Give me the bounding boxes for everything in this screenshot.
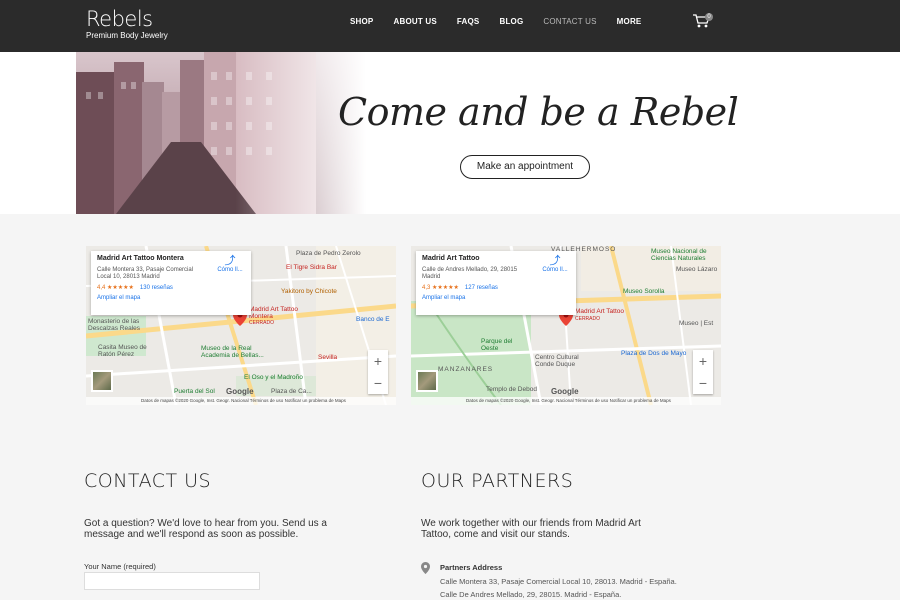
- map-footer: Datos de mapas ©2020 Google, Inst. Geogr…: [411, 397, 721, 405]
- directions-label: Cómo ll...: [217, 267, 243, 273]
- zoom-out-button[interactable]: −: [693, 372, 713, 394]
- zoom-out-button[interactable]: −: [368, 372, 388, 394]
- place-label: El Tigre Sidra Bar: [286, 264, 337, 271]
- directions-label: Cómo ll...: [542, 267, 568, 273]
- place-label: Plaza de Ca...: [271, 388, 312, 395]
- place-label: Yakitoro by Chicote: [281, 288, 337, 295]
- location-pin-icon: [421, 562, 430, 574]
- partners-address-heading: Partners Address: [440, 563, 503, 572]
- map-andres-mellado[interactable]: VALLEHERMOSO Museo Nacional de Ciencias …: [411, 246, 721, 405]
- place-label: Museo Nacional de Ciencias Naturales: [651, 248, 707, 262]
- pin-label: Madrid Art Tattoo Montera: [249, 306, 299, 320]
- make-appointment-button[interactable]: Make an appointment: [460, 155, 590, 179]
- place-label: Puerta del Sol: [174, 388, 215, 395]
- directions-icon: ⤴: [224, 255, 236, 267]
- rating-stars: 4,4 ★★★★★: [97, 285, 134, 291]
- place-label: MANZANARES: [438, 366, 494, 373]
- place-label: Sevilla: [318, 354, 338, 361]
- cart-count-badge: 0: [705, 13, 713, 21]
- place-label: El Oso y el Madroño: [244, 374, 303, 381]
- map-place-address: Calle de Andres Mellado, 29, 28015 Madri…: [422, 267, 518, 280]
- map-info-card: Madrid Art Tattoo Calle de Andres Mellad…: [416, 251, 576, 315]
- place-label: Plaza de Dos de Mayo: [621, 350, 687, 357]
- site-header: Rebels Premium Body Jewelry SHOP ABOUT U…: [0, 0, 900, 52]
- nav-more[interactable]: MORE: [617, 17, 642, 26]
- city-street-image: [76, 52, 366, 214]
- place-label: Museo | Est: [679, 320, 714, 327]
- site-logo[interactable]: Rebels Premium Body Jewelry: [86, 8, 168, 41]
- satellite-toggle[interactable]: [416, 370, 438, 392]
- rating-stars: 4,3 ★★★★★: [422, 285, 459, 291]
- map-montera[interactable]: Plaza de Pedro Zerolo El Tigre Sidra Bar…: [86, 246, 396, 405]
- partners-title: OUR PARTNERS: [421, 470, 574, 492]
- name-field-label: Your Name (required): [84, 562, 156, 571]
- nav-faqs[interactable]: FAQS: [457, 17, 480, 26]
- nav-blog[interactable]: BLOG: [499, 17, 523, 26]
- zoom-in-button[interactable]: +: [693, 350, 713, 372]
- zoom-in-button[interactable]: +: [368, 350, 388, 372]
- enlarge-map-link[interactable]: Ampliar el mapa: [97, 295, 245, 301]
- place-label: Parque del Oeste: [481, 338, 513, 352]
- place-label: Centro Cultural Conde Duque: [535, 354, 579, 368]
- hero-banner: Come and be a Rebel Make an appointment: [0, 52, 900, 214]
- pin-status: CERRADO: [575, 316, 601, 322]
- place-label: Museo Sorolla: [623, 288, 665, 295]
- place-label: Plaza de Pedro Zerolo: [296, 250, 361, 257]
- main-nav: SHOP ABOUT US FAQS BLOG CONTACT US MORE: [350, 17, 661, 26]
- reviews-link[interactable]: 127 reseñas: [465, 285, 498, 291]
- pin-label: Madrid Art Tattoo: [575, 308, 625, 315]
- directions-button[interactable]: ⤴ Cómo ll...: [215, 255, 245, 273]
- satellite-toggle[interactable]: [91, 370, 113, 392]
- logo-tagline: Premium Body Jewelry: [86, 31, 168, 40]
- zoom-controls: + −: [368, 350, 388, 394]
- place-label: Museo Lázaro: [676, 266, 718, 273]
- partners-address-line: Calle Montera 33, Pasaje Comercial Local…: [440, 577, 677, 586]
- directions-button[interactable]: ⤴ Cómo ll...: [540, 255, 570, 273]
- map-footer: Datos de mapas ©2020 Google, Inst. Geogr…: [86, 397, 396, 405]
- map-rating: 4,4 ★★★★★ 130 reseñas: [97, 284, 245, 291]
- directions-icon: ⤴: [549, 255, 561, 267]
- partners-address-line: Calle De Andres Mellado, 29, 28015. Madr…: [440, 590, 622, 599]
- place-label: Templo de Debod: [486, 386, 537, 393]
- name-field[interactable]: [84, 572, 260, 590]
- nav-about-us[interactable]: ABOUT US: [393, 17, 436, 26]
- partners-text: We work together with our friends from M…: [421, 518, 641, 540]
- contact-text: Got a question? We'd love to hear from y…: [84, 518, 327, 540]
- place-label: Monasterio de las Descalzas Reales: [88, 318, 141, 332]
- contact-title: CONTACT US: [84, 470, 212, 492]
- google-logo: Google: [551, 387, 579, 396]
- zoom-controls: + −: [693, 350, 713, 394]
- map-info-card: Madrid Art Tattoo Montera Calle Montera …: [91, 251, 251, 315]
- map-rating: 4,3 ★★★★★ 127 reseñas: [422, 284, 570, 291]
- reviews-link[interactable]: 130 reseñas: [140, 285, 173, 291]
- hero-title: Come and be a Rebel: [338, 90, 739, 134]
- place-label: Banco de E: [356, 316, 390, 323]
- nav-contact-us[interactable]: CONTACT US: [543, 17, 596, 26]
- place-label: Museo de la Real Academia de Bellas...: [201, 345, 264, 359]
- logo-main: Rebels: [86, 7, 153, 31]
- pin-status: CERRADO: [249, 320, 275, 326]
- map-place-address: Calle Montera 33, Pasaje Comercial Local…: [97, 267, 194, 280]
- enlarge-map-link[interactable]: Ampliar el mapa: [422, 295, 570, 301]
- nav-shop[interactable]: SHOP: [350, 17, 373, 26]
- google-logo: Google: [226, 387, 254, 396]
- place-label: Casita Museo de Ratón Pérez: [98, 344, 147, 358]
